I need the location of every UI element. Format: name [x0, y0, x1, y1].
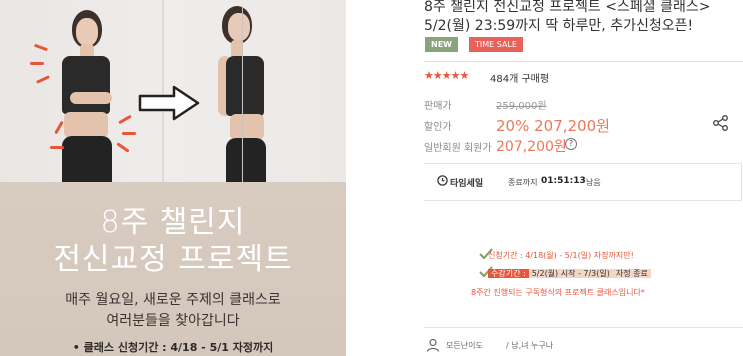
banner-headline-line2: 전신교정 프로젝트	[53, 242, 293, 277]
course-period-label: 수강기간 :	[488, 269, 529, 278]
course-period-range: 5/2(월) 시작 - 7/3(일)	[528, 269, 613, 278]
time-sale-badge: TIME SALE	[469, 37, 523, 52]
product-title-line2: 5/2(월) 23:59까지 딱 하루만, 추가신청오픈!	[424, 18, 694, 34]
sale-price-label: 할인가	[424, 122, 452, 133]
application-period: 신청기간 : 4/18(월) - 5/1(일) 자정까지만!	[488, 251, 634, 260]
before-after-photo	[0, 0, 346, 182]
product-title-line1: 8주 챌린지 전신교정 프로젝트 <스페셜 클래스>	[424, 0, 711, 15]
list-price: 259,000원	[496, 101, 547, 112]
target-audience: / 남,녀 누구나	[506, 341, 554, 350]
banner-note: • 클래스 신청기간 : 4/18 - 5/1 자정까지	[72, 341, 274, 354]
user-icon	[426, 338, 440, 352]
member-price-label: 일반회원 회원가	[424, 143, 492, 154]
rating-stars-icon[interactable]: ★★★★★	[424, 69, 469, 82]
timer-end: 남음	[586, 178, 601, 187]
new-badge: NEW	[425, 37, 458, 52]
product-info: 8주 챌린지 전신교정 프로젝트 <스페셜 클래스> 5/2(월) 23:59까…	[424, 0, 743, 356]
sale-price-value: 207,200원	[534, 117, 610, 135]
subscription-note: 8주간 진행되는 구독형식의 프로젝트 클래스입니다*	[471, 288, 645, 297]
divider	[424, 61, 743, 62]
review-count-link[interactable]: 484개 구매평	[490, 70, 549, 85]
banner-desc-line1: 매주 월요일, 새로운 주제의 클래스로	[65, 292, 281, 308]
share-icon[interactable]	[712, 114, 730, 132]
clock-icon	[437, 175, 448, 186]
product-title: 8주 챌린지 전신교정 프로젝트 <스페셜 클래스> 5/2(월) 23:59까…	[424, 0, 710, 36]
list-price-label: 판매가	[424, 101, 452, 112]
timer-label: 타임세일	[450, 179, 484, 189]
help-icon[interactable]: ?	[565, 138, 577, 150]
timer-suffix: 종료까지	[508, 178, 538, 187]
member-price: 207,200원	[496, 139, 567, 155]
course-period: 수강기간 :5/2(월) 시작 - 7/3(일) 자정 종료	[488, 268, 651, 279]
discount-rate: 20%	[496, 117, 530, 135]
sale-price: 20% 207,200원	[496, 115, 610, 136]
divider	[424, 327, 743, 328]
banner-desc-line2: 여러분들을 찾아갑니다	[106, 313, 240, 329]
arrow-right-icon	[138, 85, 200, 121]
product-image[interactable]: 8주 챌린지 전신교정 프로젝트 매주 월요일, 새로운 주제의 클래스로 여러…	[0, 0, 346, 356]
course-period-end: 자정 종료	[612, 269, 651, 278]
difficulty-level: 모든난이도	[446, 341, 483, 350]
timer-countdown: 01:51:13	[541, 176, 586, 186]
